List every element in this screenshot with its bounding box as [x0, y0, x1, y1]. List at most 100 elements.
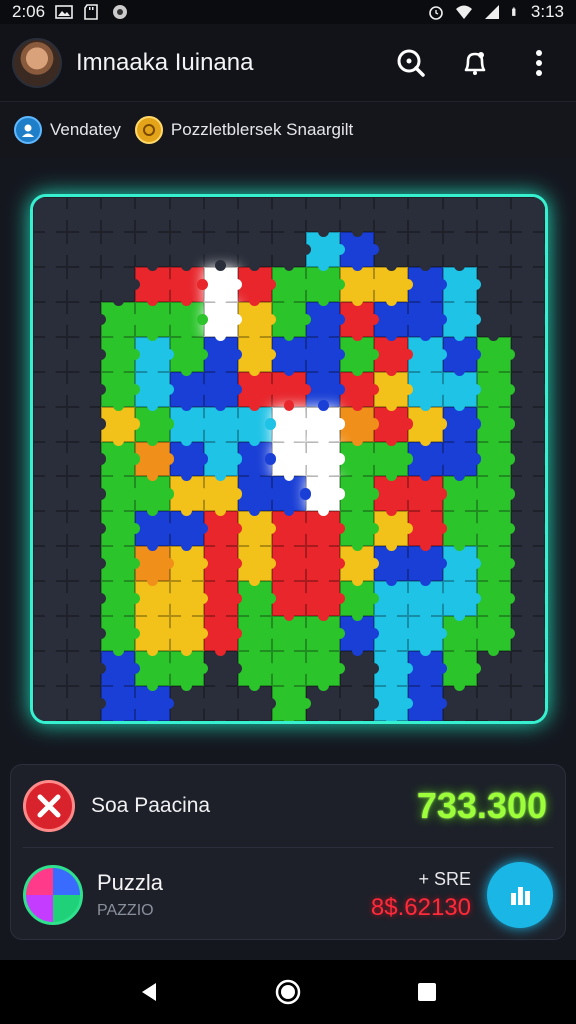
- puzzle-piece[interactable]: [271, 371, 311, 412]
- puzzle-piece[interactable]: [408, 686, 448, 721]
- puzzle-piece[interactable]: [203, 266, 243, 307]
- puzzle-piece[interactable]: [203, 336, 243, 377]
- puzzle-piece[interactable]: [203, 371, 243, 412]
- puzzle-piece[interactable]: [203, 441, 243, 481]
- puzzle-piece[interactable]: [476, 336, 516, 377]
- user-avatar[interactable]: [12, 37, 62, 88]
- puzzle-piece[interactable]: [203, 546, 243, 586]
- puzzle-piece[interactable]: [237, 616, 277, 656]
- puzzle-piece[interactable]: [169, 546, 209, 586]
- puzzle-piece[interactable]: [408, 616, 448, 656]
- puzzle-piece[interactable]: [306, 441, 345, 481]
- puzzle-piece[interactable]: [101, 581, 140, 621]
- tag-puzzle[interactable]: Pozzletblersek Snaargilt: [134, 116, 353, 144]
- puzzle-piece[interactable]: [340, 301, 379, 342]
- puzzle-piece[interactable]: [135, 686, 175, 721]
- puzzle-piece[interactable]: [374, 336, 414, 377]
- puzzle-piece[interactable]: [306, 651, 345, 691]
- puzzle-piece[interactable]: [340, 371, 379, 412]
- puzzle-piece[interactable]: [374, 546, 414, 586]
- tag-vendatey[interactable]: Vendatey: [14, 116, 121, 144]
- more-options-button[interactable]: [522, 46, 556, 80]
- puzzle-piece[interactable]: [340, 336, 379, 377]
- puzzle-piece[interactable]: [237, 301, 277, 342]
- puzzle-piece[interactable]: [306, 581, 345, 621]
- puzzle-piece[interactable]: [442, 476, 482, 516]
- puzzle-piece[interactable]: [203, 581, 243, 621]
- puzzle-piece[interactable]: [101, 616, 140, 656]
- puzzle-piece[interactable]: [374, 301, 414, 342]
- puzzle-piece[interactable]: [408, 301, 448, 342]
- puzzle-piece[interactable]: [135, 616, 175, 656]
- puzzle-piece[interactable]: [306, 371, 345, 412]
- puzzle-piece[interactable]: [374, 406, 414, 447]
- puzzle-piece[interactable]: [101, 301, 140, 342]
- puzzle-piece[interactable]: [203, 301, 243, 342]
- puzzle-piece[interactable]: [135, 371, 175, 412]
- puzzle-piece[interactable]: [101, 371, 140, 412]
- puzzle-piece[interactable]: [237, 441, 277, 481]
- puzzle-piece[interactable]: [169, 406, 209, 447]
- puzzle-piece[interactable]: [374, 616, 414, 656]
- puzzle-piece[interactable]: [408, 546, 448, 586]
- puzzle-piece[interactable]: [135, 546, 175, 586]
- puzzle-piece[interactable]: [442, 581, 482, 621]
- puzzle-piece[interactable]: [169, 441, 209, 481]
- puzzle-piece[interactable]: [169, 476, 209, 516]
- puzzle-piece[interactable]: [476, 371, 516, 412]
- puzzle-piece[interactable]: [169, 301, 209, 342]
- puzzle-piece[interactable]: [476, 546, 516, 586]
- puzzle-piece[interactable]: [135, 651, 175, 691]
- puzzle-piece[interactable]: [340, 231, 379, 272]
- puzzle-piece[interactable]: [271, 266, 311, 307]
- puzzle-piece[interactable]: [374, 371, 414, 412]
- puzzle-piece[interactable]: [271, 581, 311, 621]
- close-button[interactable]: [23, 780, 75, 832]
- puzzle-piece[interactable]: [135, 441, 175, 481]
- puzzle-piece[interactable]: [442, 336, 482, 377]
- back-button[interactable]: [129, 972, 169, 1012]
- puzzle-piece[interactable]: [442, 406, 482, 447]
- puzzle-piece[interactable]: [306, 511, 345, 551]
- puzzle-piece[interactable]: [306, 476, 345, 516]
- puzzle-piece[interactable]: [101, 336, 140, 377]
- puzzle-piece[interactable]: [340, 581, 379, 621]
- puzzle-piece[interactable]: [203, 476, 243, 516]
- puzzle-piece[interactable]: [135, 406, 175, 447]
- puzzle-piece[interactable]: [135, 476, 175, 516]
- puzzle-piece[interactable]: [271, 651, 311, 691]
- puzzle-piece[interactable]: [271, 686, 311, 721]
- puzzle-piece[interactable]: [169, 616, 209, 656]
- puzzle-piece[interactable]: [203, 511, 243, 551]
- puzzle-piece[interactable]: [408, 336, 448, 377]
- puzzle-piece[interactable]: [237, 266, 277, 307]
- puzzle-piece[interactable]: [237, 336, 277, 377]
- puzzle-piece[interactable]: [237, 476, 277, 516]
- puzzle-piece[interactable]: [237, 406, 277, 447]
- puzzle-piece[interactable]: [374, 476, 414, 516]
- stats-button[interactable]: [487, 862, 553, 928]
- puzzle-piece[interactable]: [374, 441, 414, 481]
- puzzle-piece[interactable]: [408, 511, 448, 551]
- puzzle-board[interactable]: [33, 197, 545, 721]
- recents-button[interactable]: [407, 972, 447, 1012]
- puzzle-piece[interactable]: [340, 546, 379, 586]
- puzzle-piece[interactable]: [408, 406, 448, 447]
- puzzle-piece[interactable]: [169, 336, 209, 377]
- puzzle-piece[interactable]: [306, 301, 345, 342]
- puzzle-piece[interactable]: [374, 581, 414, 621]
- puzzle-piece[interactable]: [340, 406, 379, 447]
- puzzle-piece[interactable]: [101, 476, 140, 516]
- puzzle-piece[interactable]: [476, 616, 516, 656]
- puzzle-piece[interactable]: [374, 686, 414, 721]
- puzzle-piece[interactable]: [340, 476, 379, 516]
- puzzle-piece[interactable]: [237, 511, 277, 551]
- puzzle-piece[interactable]: [442, 371, 482, 412]
- puzzle-piece[interactable]: [374, 511, 414, 551]
- puzzle-piece[interactable]: [476, 581, 516, 621]
- puzzle-piece[interactable]: [271, 301, 311, 342]
- puzzle-piece[interactable]: [135, 511, 175, 551]
- puzzle-piece[interactable]: [476, 406, 516, 447]
- puzzle-piece[interactable]: [476, 441, 516, 481]
- puzzle-piece[interactable]: [135, 581, 175, 621]
